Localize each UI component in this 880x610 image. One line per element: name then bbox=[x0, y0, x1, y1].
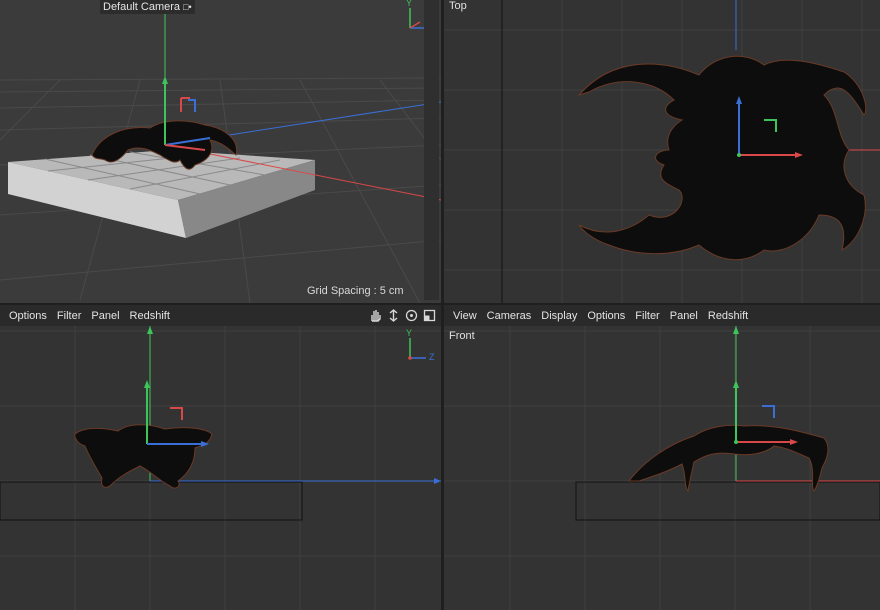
menu-redshift[interactable]: Redshift bbox=[125, 310, 175, 322]
viewport-scrollbar[interactable] bbox=[424, 0, 439, 300]
camera-selector[interactable]: Default Camera □• bbox=[100, 0, 195, 14]
viewport-label-front: Front bbox=[449, 330, 475, 342]
menu-cameras[interactable]: Cameras bbox=[482, 310, 537, 322]
menu-panel[interactable]: Panel bbox=[86, 310, 124, 322]
camera-lock-icon[interactable]: □• bbox=[183, 2, 192, 12]
menu-redshift[interactable]: Redshift bbox=[703, 310, 753, 322]
rotate-icon[interactable] bbox=[404, 308, 419, 323]
camera-label: Default Camera bbox=[103, 1, 181, 13]
menu-view[interactable]: View bbox=[444, 310, 482, 322]
perspective-viewport[interactable]: Y X Default Camera □• Grid Spacing : 5 c… bbox=[0, 0, 441, 303]
front-viewport[interactable]: Front bbox=[444, 326, 880, 610]
gizmo-y-label: Y bbox=[406, 0, 413, 8]
front-view-menubar: View Cameras Display Options Filter Pane… bbox=[444, 305, 880, 326]
menu-display[interactable]: Display bbox=[536, 310, 582, 322]
menu-options[interactable]: Options bbox=[582, 310, 630, 322]
menu-options[interactable]: Options bbox=[0, 310, 52, 322]
grid-spacing-status: Grid Spacing : 5 cm bbox=[307, 285, 404, 297]
move-zoom-icon[interactable] bbox=[386, 308, 401, 323]
menu-filter[interactable]: Filter bbox=[630, 310, 664, 322]
menu-filter[interactable]: Filter bbox=[52, 310, 86, 322]
gizmo-z-label: Z bbox=[429, 352, 435, 362]
viewport-nav-icons bbox=[368, 308, 437, 323]
hand-pan-icon[interactable] bbox=[368, 308, 383, 323]
right-view-menubar: Options Filter Panel Redshift bbox=[0, 305, 441, 326]
menu-panel[interactable]: Panel bbox=[665, 310, 703, 322]
gizmo-y-label: Y bbox=[406, 328, 413, 338]
viewport-label-top: Top bbox=[449, 0, 467, 12]
maximize-icon[interactable] bbox=[422, 308, 437, 323]
right-viewport[interactable]: Y Z bbox=[0, 326, 441, 610]
top-viewport[interactable]: Top bbox=[444, 0, 880, 303]
